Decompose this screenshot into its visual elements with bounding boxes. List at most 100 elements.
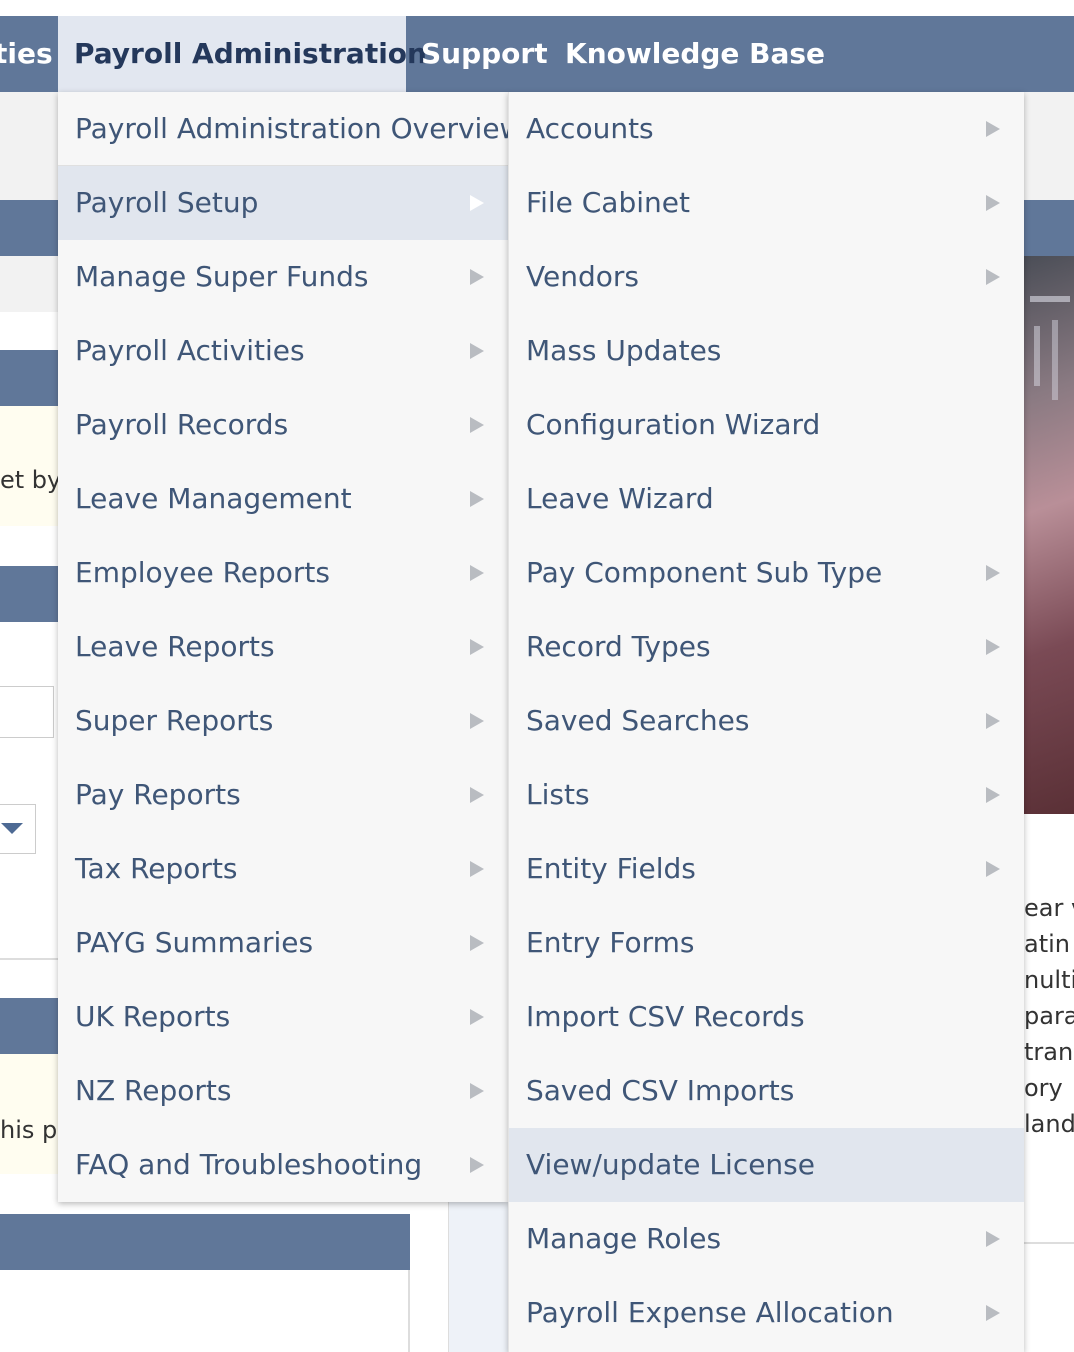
chevron-right-icon <box>470 787 484 803</box>
chevron-right-icon <box>470 1009 484 1025</box>
menu-item-label: Payroll Administration Overview <box>75 112 523 145</box>
menu-item-view-update-license[interactable]: View/update License <box>509 1128 1024 1202</box>
menu-item-label: Entry Forms <box>526 926 695 959</box>
menu-item-entity-fields[interactable]: Entity Fields <box>509 832 1024 906</box>
menu-item-payroll-administration-overview[interactable]: Payroll Administration Overview <box>58 92 522 166</box>
menu-item-label: Pay Reports <box>75 778 241 811</box>
menu-item-label: Payroll Setup <box>75 186 259 219</box>
menu-item-label: Accounts <box>526 112 654 145</box>
background-section-bar <box>1020 200 1074 256</box>
menu-item-label: Saved CSV Imports <box>526 1074 795 1107</box>
background-text: et by <box>0 466 62 494</box>
chevron-right-icon <box>986 861 1000 877</box>
menu-item-label: Pay Component Sub Type <box>526 556 883 589</box>
menu-item-label: Leave Reports <box>75 630 275 663</box>
menu-item-pay-component-sub-type[interactable]: Pay Component Sub Type <box>509 536 1024 610</box>
background-divider <box>1024 1242 1074 1244</box>
menu-item-payroll-expense-allocation[interactable]: Payroll Expense Allocation <box>509 1276 1024 1350</box>
payroll-administration-menu: Payroll Administration Overview Payroll … <box>58 92 522 1202</box>
menu-item-entry-forms[interactable]: Entry Forms <box>509 906 1024 980</box>
menu-item-import-csv-records[interactable]: Import CSV Records <box>509 980 1024 1054</box>
menu-item-label: Payroll Activities <box>75 334 305 367</box>
background-section-bar <box>0 1214 410 1270</box>
background-section-bar <box>0 998 60 1054</box>
menu-item-label: PAYG Summaries <box>75 926 314 959</box>
caret-down-icon <box>1 823 23 834</box>
menu-item-label: UK Reports <box>75 1000 231 1033</box>
menu-item-lists[interactable]: Lists <box>509 758 1024 832</box>
menu-item-file-cabinet[interactable]: File Cabinet <box>509 166 1024 240</box>
background-panel <box>448 1202 508 1352</box>
menu-item-payroll-activities[interactable]: Payroll Activities <box>58 314 508 388</box>
menu-item-manage-roles[interactable]: Manage Roles <box>509 1202 1024 1276</box>
chevron-right-icon <box>470 269 484 285</box>
background-select <box>0 804 36 854</box>
menu-item-label: NZ Reports <box>75 1074 232 1107</box>
menu-item-leave-management[interactable]: Leave Management <box>58 462 508 536</box>
menu-item-label: Super Reports <box>75 704 274 737</box>
chevron-right-icon <box>470 195 484 211</box>
menu-item-manage-super-funds[interactable]: Manage Super Funds <box>58 240 508 314</box>
menu-item-payg-summaries[interactable]: PAYG Summaries <box>58 906 508 980</box>
chevron-right-icon <box>986 1231 1000 1247</box>
menu-item-label: Manage Roles <box>526 1222 722 1255</box>
background-panel-border <box>408 1270 410 1352</box>
menu-item-label: View/update License <box>526 1148 815 1181</box>
menu-item-faq-and-troubleshooting[interactable]: FAQ and Troubleshooting <box>58 1128 508 1202</box>
background-section-bar <box>0 200 60 256</box>
chevron-right-icon <box>986 787 1000 803</box>
payroll-setup-submenu: Accounts File Cabinet Vendors Mass Updat… <box>508 92 1024 1352</box>
menu-item-employee-reports[interactable]: Employee Reports <box>58 536 508 610</box>
menu-item-super-reports[interactable]: Super Reports <box>58 684 508 758</box>
nav-item-payroll-administration[interactable]: Payroll Administration <box>58 16 427 92</box>
chevron-right-icon <box>986 195 1000 211</box>
background-divider <box>0 958 60 960</box>
chevron-right-icon <box>986 121 1000 137</box>
background-input <box>0 686 54 738</box>
chevron-right-icon <box>470 861 484 877</box>
menu-item-label: Import CSV Records <box>526 1000 805 1033</box>
menu-item-label: Manage Super Funds <box>75 260 369 293</box>
background-panel <box>0 256 60 312</box>
nav-item-previous[interactable]: ties <box>0 16 53 92</box>
menu-item-uk-reports[interactable]: UK Reports <box>58 980 508 1054</box>
chevron-right-icon <box>470 491 484 507</box>
menu-item-label: Saved Searches <box>526 704 750 737</box>
menu-item-label: Entity Fields <box>526 852 696 885</box>
chevron-right-icon <box>470 343 484 359</box>
menu-item-configuration-wizard[interactable]: Configuration Wizard <box>509 388 1024 462</box>
menu-item-label: Configuration Wizard <box>526 408 821 441</box>
nav-item-support[interactable]: Support <box>421 16 548 92</box>
menu-item-leave-reports[interactable]: Leave Reports <box>58 610 508 684</box>
menu-item-label: File Cabinet <box>526 186 690 219</box>
menu-item-vendors[interactable]: Vendors <box>509 240 1024 314</box>
menu-item-label: Lists <box>526 778 590 811</box>
chevron-right-icon <box>986 713 1000 729</box>
top-navigation-bar: ties Payroll Administration Support Know… <box>0 16 1074 92</box>
menu-item-pay-reports[interactable]: Pay Reports <box>58 758 508 832</box>
menu-item-saved-searches[interactable]: Saved Searches <box>509 684 1024 758</box>
chevron-right-icon <box>470 713 484 729</box>
background-article-text: ear v atin nulti para tran ory land <box>1024 894 1074 1138</box>
chevron-right-icon <box>986 639 1000 655</box>
chevron-right-icon <box>986 565 1000 581</box>
chevron-right-icon <box>470 1083 484 1099</box>
menu-item-tax-reports[interactable]: Tax Reports <box>58 832 508 906</box>
menu-item-record-types[interactable]: Record Types <box>509 610 1024 684</box>
menu-item-nz-reports[interactable]: NZ Reports <box>58 1054 508 1128</box>
menu-item-saved-csv-imports[interactable]: Saved CSV Imports <box>509 1054 1024 1128</box>
nav-item-knowledge-base[interactable]: Knowledge Base <box>565 16 825 92</box>
menu-item-payroll-records[interactable]: Payroll Records <box>58 388 508 462</box>
chevron-right-icon <box>470 1157 484 1173</box>
menu-item-label: Mass Updates <box>526 334 722 367</box>
background-notice <box>0 1054 60 1174</box>
menu-item-accounts[interactable]: Accounts <box>509 92 1024 166</box>
menu-item-label: FAQ and Troubleshooting <box>75 1148 423 1181</box>
background-section-bar <box>0 350 60 406</box>
menu-item-label: Employee Reports <box>75 556 330 589</box>
menu-item-mass-updates[interactable]: Mass Updates <box>509 314 1024 388</box>
chevron-right-icon <box>470 565 484 581</box>
menu-item-payroll-setup[interactable]: Payroll Setup <box>58 166 508 240</box>
menu-item-label: Vendors <box>526 260 639 293</box>
menu-item-leave-wizard[interactable]: Leave Wizard <box>509 462 1024 536</box>
